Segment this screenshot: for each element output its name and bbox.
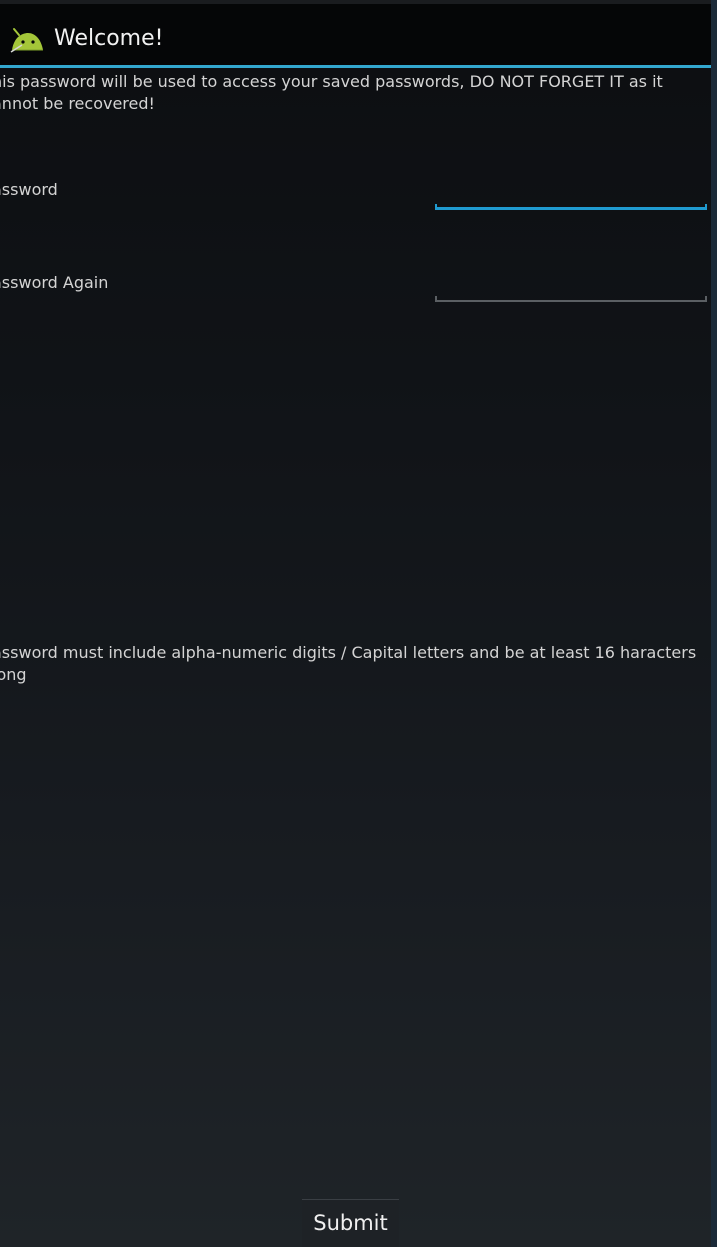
- password-label: assword: [0, 180, 58, 199]
- app-title: Welcome!: [54, 26, 164, 51]
- submit-button[interactable]: Submit: [302, 1199, 399, 1247]
- password-again-input-underline: [435, 296, 707, 302]
- window-edge: [711, 0, 717, 1247]
- action-bar: Welcome!: [0, 0, 711, 65]
- intro-message: his password will be used to access your…: [0, 72, 663, 113]
- password-again-label: assword Again: [0, 273, 109, 292]
- password-requirements-text: assword must include alpha-numeric digit…: [0, 643, 697, 684]
- android-icon: [10, 28, 43, 53]
- password-input-underline: [435, 204, 707, 210]
- action-bar-underline: [0, 65, 711, 68]
